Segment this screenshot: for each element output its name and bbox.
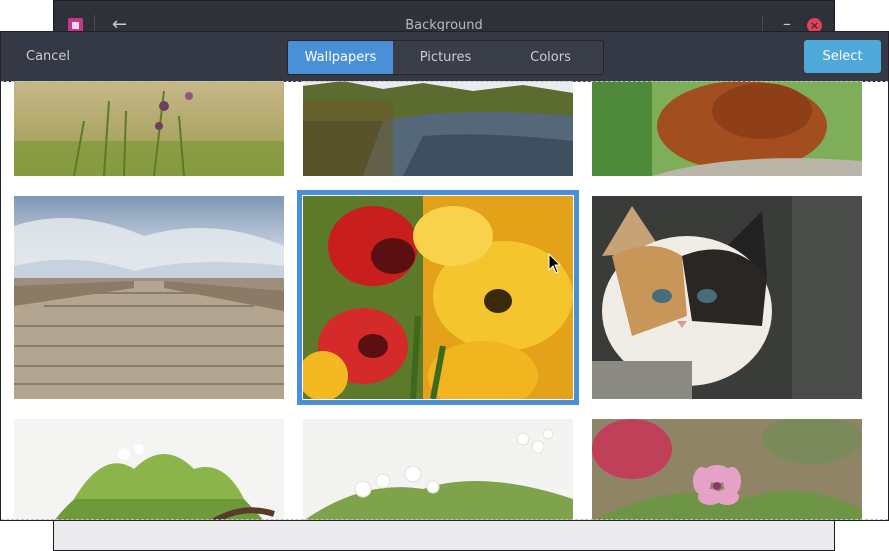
cancel-button[interactable]: Cancel	[26, 49, 70, 64]
wallpaper-grid[interactable]	[1, 81, 888, 520]
select-button[interactable]: Select	[804, 40, 881, 73]
wallpaper-thumbnail-meadow-flowers[interactable]	[14, 81, 284, 176]
wallpaper-thumbnail-orangutan[interactable]	[592, 81, 862, 176]
wallpaper-thumbnail-pink-flower[interactable]	[592, 419, 862, 520]
wallpaper-thumbnail-hawthorn-leaves[interactable]	[14, 419, 284, 520]
wallpaper-thumbnail-calico-kitten[interactable]	[592, 196, 862, 399]
tab-colors[interactable]: Colors	[498, 41, 603, 74]
wallpaper-thumbnail-forest-lake[interactable]	[303, 81, 573, 176]
wallpaper-thumbnail-red-yellow-tulips[interactable]	[303, 196, 573, 399]
scroll-edge-bottom	[1, 519, 888, 520]
source-tabs: Wallpapers Pictures Colors	[287, 40, 604, 75]
wallpaper-thumbnail-white-blossoms[interactable]	[303, 419, 573, 520]
dialog-header: Cancel Wallpapers Pictures Colors Select	[1, 32, 888, 82]
mouse-cursor-icon	[548, 253, 562, 274]
tab-pictures[interactable]: Pictures	[393, 41, 498, 74]
tab-wallpapers[interactable]: Wallpapers	[288, 41, 393, 74]
scroll-edge-top	[1, 81, 888, 82]
wallpaper-thumbnail-wooden-boardwalk[interactable]	[14, 196, 284, 399]
parent-window-footer	[54, 519, 834, 550]
background-chooser-dialog: Cancel Wallpapers Pictures Colors Select	[0, 31, 889, 521]
